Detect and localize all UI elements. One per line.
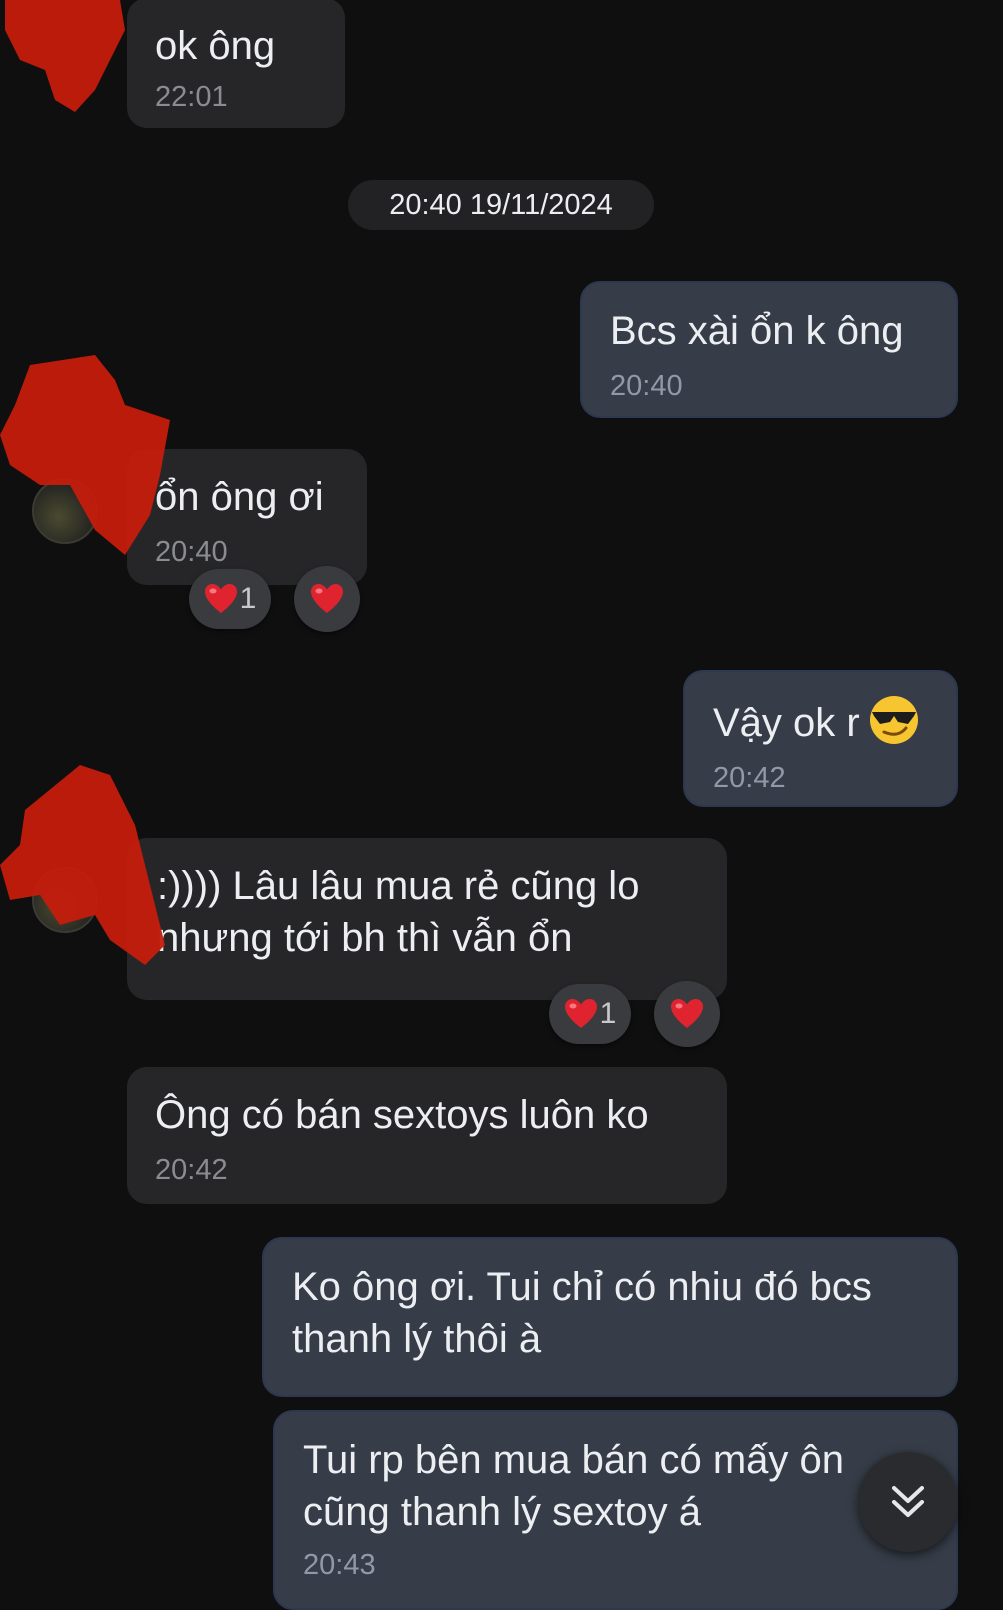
heart-icon <box>204 583 238 615</box>
contact-avatar[interactable] <box>32 867 98 933</box>
message-text: ổn ông ơi <box>155 475 324 519</box>
contact-avatar[interactable] <box>32 478 98 544</box>
add-reaction-button[interactable] <box>654 981 720 1047</box>
double-chevron-down-icon <box>892 1486 924 1517</box>
message-time: 22:01 <box>155 81 228 113</box>
heart-icon <box>670 998 704 1030</box>
message-text: Bcs xài ổn k ông <box>610 309 904 353</box>
message-bubble-outgoing[interactable]: Bcs xài ổn k ông 20:40 <box>580 281 958 418</box>
heart-icon <box>564 998 598 1030</box>
message-bubble-outgoing[interactable]: Vậy ok r 20:42 <box>683 670 958 807</box>
reaction-summary[interactable]: 1 <box>189 569 271 629</box>
message-bubble-outgoing[interactable]: Tui rp bên mua bán có mấy ôn cũng thanh … <box>273 1410 958 1610</box>
message-text: Ko ông ơi. Tui chỉ có nhiu đó bcs thanh … <box>292 1265 872 1361</box>
message-bubble-incoming[interactable]: ổn ông ơi 20:40 <box>127 449 367 585</box>
message-time: 20:42 <box>713 762 786 794</box>
message-bubble-incoming[interactable]: :)))) Lâu lâu mua rẻ cũng lo nhưng tới b… <box>127 838 727 1000</box>
message-time: 20:40 <box>610 370 683 402</box>
reaction-count: 1 <box>239 582 257 615</box>
message-text: Vậy ok r <box>713 694 928 749</box>
message-time: 20:43 <box>303 1549 376 1581</box>
message-text: Tui rp bên mua bán có mấy ôn cũng thanh … <box>303 1438 845 1534</box>
reaction-summary[interactable]: 1 <box>549 984 631 1044</box>
sunglasses-face-icon <box>869 696 918 744</box>
scroll-to-bottom-button[interactable] <box>858 1452 958 1552</box>
date-separator: 20:40 19/11/2024 <box>348 180 654 230</box>
message-time: 20:40 <box>155 536 228 568</box>
reaction-count: 1 <box>599 997 617 1030</box>
message-bubble-incoming[interactable]: Ông có bán sextoys luôn ko 20:42 <box>127 1067 727 1204</box>
message-bubble-incoming[interactable]: ok ông 22:01 <box>127 0 345 128</box>
message-text: ok ông <box>155 24 276 68</box>
redaction-scribble <box>5 0 125 112</box>
add-reaction-button[interactable] <box>294 566 360 632</box>
message-text: Ông có bán sextoys luôn ko <box>155 1093 649 1137</box>
message-text-content: Vậy ok r <box>713 701 860 745</box>
message-text: :)))) Lâu lâu mua rẻ cũng lo nhưng tới b… <box>157 864 640 960</box>
heart-icon <box>310 583 344 615</box>
message-bubble-outgoing[interactable]: Ko ông ơi. Tui chỉ có nhiu đó bcs thanh … <box>262 1237 958 1397</box>
message-time: 20:42 <box>155 1154 228 1186</box>
